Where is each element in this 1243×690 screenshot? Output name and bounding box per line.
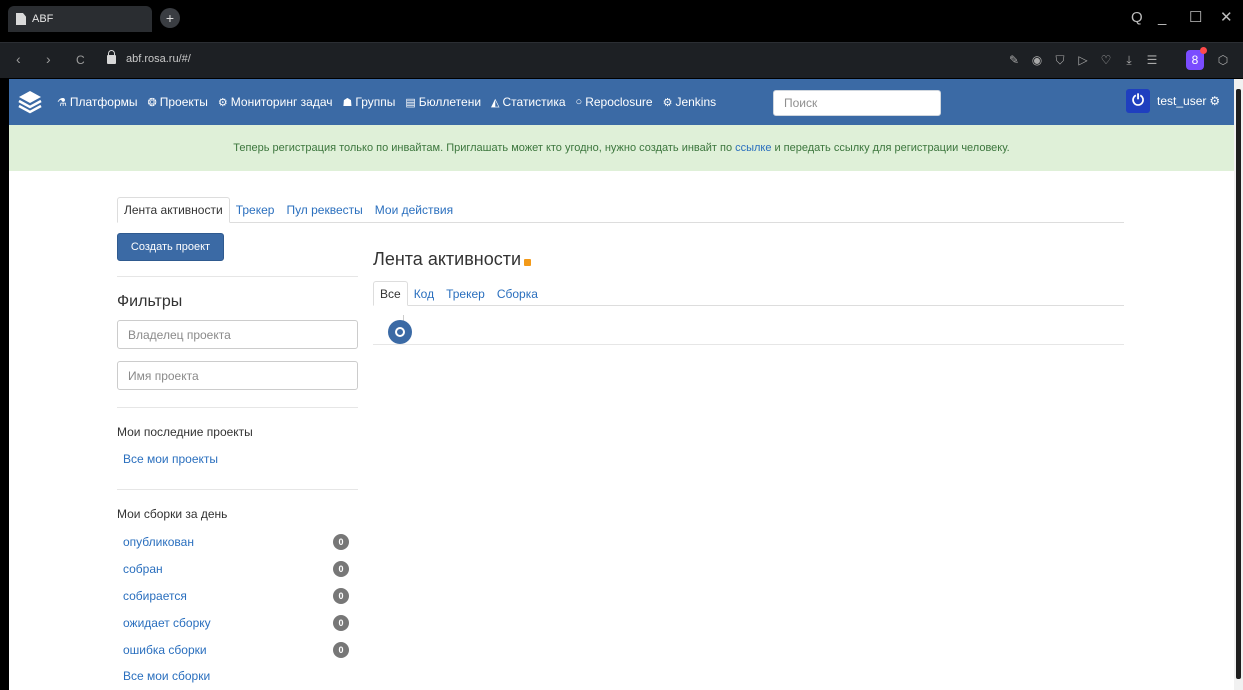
invite-link[interactable]: ссылке — [735, 142, 771, 154]
heart-icon[interactable]: ♡ — [1099, 53, 1113, 67]
project-name-input[interactable] — [117, 361, 358, 390]
recent-projects-title: Мои последние проекты — [117, 425, 253, 439]
scrollbar-thumb[interactable] — [1236, 89, 1241, 679]
nav-item-bulletins[interactable]: ▤ Бюллетени — [405, 95, 481, 109]
alert-text-end: и передать ссылку для регистрации челове… — [774, 142, 1010, 154]
main-tabs: Лента активности Трекер Пул реквесты Мои… — [117, 197, 1124, 223]
feed-tab-all[interactable]: Все — [373, 281, 408, 306]
build-status-building-link[interactable]: собирается — [123, 589, 187, 603]
lock-icon — [107, 50, 116, 64]
nav-label: Jenkins — [675, 95, 717, 109]
nav-label: Проекты — [159, 95, 208, 109]
build-count-badge: 0 — [333, 615, 349, 631]
close-button[interactable]: ✕ — [1220, 8, 1233, 28]
all-my-projects-link[interactable]: Все мои проекты — [123, 452, 218, 466]
nav-label: Платформы — [69, 95, 138, 109]
menu-icon[interactable]: ☰ — [1145, 53, 1159, 67]
build-status-error-link[interactable]: ошибка сборки — [123, 643, 207, 657]
nav-label: Статистика — [502, 95, 566, 109]
url-field[interactable]: abf.rosa.ru/#/ — [126, 53, 191, 65]
nav-label: Мониторинг задач — [230, 95, 333, 109]
download-icon[interactable]: ⤓ — [1122, 53, 1136, 67]
forward-button[interactable]: › — [46, 51, 51, 67]
tab-tracker[interactable]: Трекер — [230, 197, 281, 223]
project-icon: ❂ — [147, 96, 157, 109]
nav-item-projects[interactable]: ❂ Проекты — [148, 95, 208, 109]
top-navbar: ⚗ Платформы ❂ Проекты ⚙ Мониторинг задач… — [9, 79, 1234, 125]
builds-title: Мои сборки за день — [117, 507, 228, 521]
build-count-badge: 0 — [333, 561, 349, 577]
build-status-built-link[interactable]: собран — [123, 562, 163, 576]
nav-item-groups[interactable]: ☗ Группы — [343, 95, 396, 109]
build-status-pending-link[interactable]: ожидает сборку — [123, 616, 211, 630]
nav-item-jenkins[interactable]: ⚙ Jenkins — [663, 95, 717, 109]
tab-activity-feed[interactable]: Лента активности — [117, 197, 230, 223]
back-button[interactable]: ‹ — [16, 51, 21, 67]
feed-title-text: Лента активности — [373, 249, 522, 269]
all-my-builds-link[interactable]: Все мои сборки — [123, 669, 210, 683]
maximize-button[interactable]: ☐ — [1189, 8, 1202, 28]
search-icon[interactable]: Q — [1131, 8, 1143, 28]
nav-item-statistics[interactable]: ◭ Статистика — [491, 95, 566, 109]
tab-pull-requests[interactable]: Пул реквесты — [280, 197, 368, 223]
clock-icon — [388, 320, 412, 344]
create-project-button[interactable]: Создать проект — [117, 233, 224, 261]
play-icon[interactable]: ▷ — [1076, 53, 1090, 67]
divider — [117, 489, 358, 490]
feed-filter-tabs: Все Код Трекер Сборка — [373, 281, 1124, 306]
nav-label: Группы — [355, 95, 396, 109]
browser-tab[interactable]: ABF — [8, 6, 152, 32]
new-tab-button[interactable]: + — [160, 8, 180, 28]
nav-label: Бюллетени — [418, 95, 482, 109]
browser-tab-title: ABF — [32, 13, 54, 25]
rss-icon[interactable] — [524, 259, 532, 266]
nav-menu: ⚗ Платформы ❂ Проекты ⚙ Мониторинг задач… — [57, 79, 726, 125]
newspaper-icon: ▤ — [405, 96, 416, 109]
divider — [373, 344, 1124, 345]
page-viewport: ⚗ Платформы ❂ Проекты ⚙ Мониторинг задач… — [9, 79, 1234, 690]
page-icon — [16, 13, 26, 25]
nav-label: Repoclosure — [585, 95, 653, 109]
abf-logo-icon[interactable] — [17, 89, 43, 115]
minimize-button[interactable]: _ — [1158, 8, 1166, 28]
divider — [117, 276, 358, 277]
feed-title: Лента активности — [373, 249, 532, 270]
invite-alert: Теперь регистрация только по инвайтам. П… — [9, 125, 1234, 171]
gear-icon[interactable]: ⚙ — [1209, 94, 1220, 108]
camera-icon[interactable]: ◉ — [1030, 53, 1044, 67]
nav-item-repoclosure[interactable]: ○ Repoclosure — [576, 95, 653, 109]
reload-button[interactable]: C — [76, 53, 85, 67]
feed-tab-build[interactable]: Сборка — [491, 281, 544, 306]
chart-icon: ◭ — [491, 96, 500, 109]
address-bar: ‹ › C abf.rosa.ru/#/ ✎ ◉ ⛉ ▷ ♡ ⤓ ☰ 8 ⬡ — [0, 42, 1243, 78]
group-icon: ☗ — [342, 96, 353, 109]
feed-tab-code[interactable]: Код — [408, 281, 440, 306]
nav-item-monitoring[interactable]: ⚙ Мониторинг задач — [218, 95, 333, 109]
project-owner-input[interactable] — [117, 320, 358, 349]
browser-tab-bar: ABF + Q _ ☐ ✕ — [0, 0, 1243, 42]
build-count-badge: 0 — [333, 534, 349, 550]
feed-tab-tracker[interactable]: Трекер — [440, 281, 491, 306]
user-menu[interactable]: ⏻ test_user ⚙ — [1126, 89, 1220, 113]
build-count-badge: 0 — [333, 642, 349, 658]
nav-item-platforms[interactable]: ⚗ Платформы — [57, 95, 138, 109]
edit-icon[interactable]: ✎ — [1007, 53, 1021, 67]
filters-title: Фильтры — [117, 293, 183, 310]
shield-icon[interactable]: ⛉ — [1053, 53, 1067, 67]
username[interactable]: test_user — [1157, 94, 1206, 108]
flask-icon: ⚗ — [57, 96, 67, 109]
cogs-icon: ⚙ — [217, 96, 228, 109]
scrollbar[interactable] — [1234, 79, 1243, 690]
cogs-icon: ⚙ — [662, 96, 673, 109]
search-input[interactable] — [773, 90, 941, 116]
build-count-badge: 0 — [333, 588, 349, 604]
extension-icon[interactable]: ⬡ — [1216, 53, 1230, 67]
profile-badge[interactable]: 8 — [1186, 47, 1207, 70]
tab-my-actions[interactable]: Мои действия — [369, 197, 459, 223]
alert-text: Теперь регистрация только по инвайтам. П… — [233, 142, 733, 154]
build-status-published-link[interactable]: опубликован — [123, 535, 194, 549]
circle-icon: ○ — [575, 96, 583, 108]
divider — [117, 407, 358, 408]
power-icon[interactable]: ⏻ — [1126, 89, 1150, 113]
